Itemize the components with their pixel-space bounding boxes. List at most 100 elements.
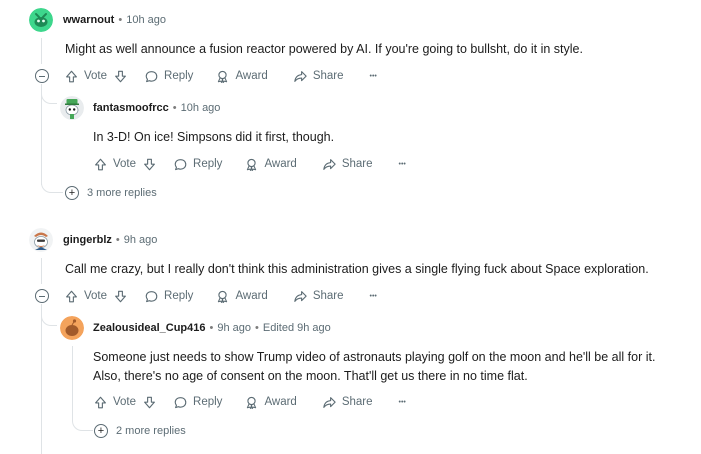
thread-line bbox=[41, 304, 42, 454]
more-replies-button[interactable]: + 3 more replies bbox=[65, 185, 157, 201]
award-icon bbox=[215, 69, 230, 84]
downvote-icon bbox=[113, 69, 128, 84]
comment-meta: wwarnout • 10h ago bbox=[63, 12, 166, 28]
award-button[interactable]: Award bbox=[244, 395, 297, 410]
share-button[interactable]: Share bbox=[322, 157, 373, 172]
upvote-icon bbox=[64, 69, 79, 84]
avatar[interactable] bbox=[29, 228, 53, 252]
downvote-icon bbox=[142, 157, 157, 172]
downvote-button[interactable] bbox=[113, 289, 128, 304]
more-options-button[interactable]: ••• bbox=[399, 161, 406, 168]
upvote-button[interactable] bbox=[64, 289, 79, 304]
comment-actions: Vote Reply Award Share ••• bbox=[93, 390, 406, 414]
meta-separator: • bbox=[255, 322, 259, 334]
reply-icon bbox=[144, 69, 159, 84]
reply-button[interactable]: Reply bbox=[144, 289, 193, 304]
share-button[interactable]: Share bbox=[293, 69, 344, 84]
award-button[interactable]: Award bbox=[215, 289, 268, 304]
timestamp[interactable]: 10h ago bbox=[181, 102, 221, 114]
reply-button[interactable]: Reply bbox=[173, 395, 222, 410]
timestamp[interactable]: 9h ago bbox=[217, 322, 251, 334]
reply-label: Reply bbox=[164, 290, 194, 302]
more-options-button[interactable]: ••• bbox=[370, 293, 377, 300]
comment-body: Call me crazy, but I really don't think … bbox=[65, 262, 649, 276]
timestamp[interactable]: 9h ago bbox=[124, 234, 158, 246]
share-button[interactable]: Share bbox=[293, 289, 344, 304]
thread-line bbox=[41, 38, 42, 64]
avatar[interactable] bbox=[29, 8, 53, 32]
comment-actions: Vote Reply Award Share ••• bbox=[64, 284, 377, 308]
more-replies-connector bbox=[41, 176, 63, 193]
avatar[interactable] bbox=[60, 96, 84, 120]
share-label: Share bbox=[312, 70, 344, 82]
more-replies-button[interactable]: + 2 more replies bbox=[94, 423, 186, 439]
share-label: Share bbox=[312, 290, 344, 302]
comment-body: In 3-D! On ice! Simpsons did it first, t… bbox=[93, 130, 335, 144]
comment-actions: Vote Reply Award Share ••• bbox=[64, 64, 377, 88]
vote-label: Vote bbox=[113, 396, 137, 408]
downvote-button[interactable] bbox=[142, 157, 157, 172]
reply-label: Reply bbox=[164, 70, 194, 82]
comment-body: Might as well announce a fusion reactor … bbox=[65, 42, 583, 56]
share-icon bbox=[322, 157, 337, 172]
collapse-thread-button[interactable] bbox=[35, 69, 49, 83]
comment-meta: gingerblz • 9h ago bbox=[63, 232, 157, 248]
comment-actions: Vote Reply Award Share ••• bbox=[93, 152, 406, 176]
more-replies-label: 2 more replies bbox=[116, 425, 186, 437]
author-link[interactable]: wwarnout bbox=[63, 14, 114, 26]
thread-line bbox=[72, 346, 73, 416]
meta-separator: • bbox=[172, 102, 177, 114]
snoo-green-hat-avatar-icon bbox=[60, 96, 84, 120]
award-label: Award bbox=[264, 396, 297, 408]
thread-line bbox=[41, 258, 42, 284]
upvote-button[interactable] bbox=[64, 69, 79, 84]
reply-label: Reply bbox=[193, 158, 223, 170]
comment-meta: Zealousideal_Cup416 • 9h ago • Edited 9h… bbox=[93, 320, 331, 336]
upvote-icon bbox=[93, 157, 108, 172]
award-button[interactable]: Award bbox=[244, 157, 297, 172]
meta-separator: • bbox=[118, 14, 123, 26]
award-icon bbox=[215, 289, 230, 304]
comment-body-line: Also, there's no age of consent on the m… bbox=[93, 369, 528, 383]
reply-button[interactable]: Reply bbox=[144, 69, 193, 84]
collapse-thread-button[interactable] bbox=[35, 289, 49, 303]
upvote-button[interactable] bbox=[93, 157, 108, 172]
reply-icon bbox=[173, 395, 188, 410]
upvote-button[interactable] bbox=[93, 395, 108, 410]
more-replies-connector bbox=[72, 414, 93, 431]
downvote-button[interactable] bbox=[142, 395, 157, 410]
share-button[interactable]: Share bbox=[322, 395, 373, 410]
share-icon bbox=[293, 69, 308, 84]
share-label: Share bbox=[341, 396, 373, 408]
share-label: Share bbox=[341, 158, 373, 170]
author-link[interactable]: fantasmoofrcc bbox=[93, 102, 169, 114]
more-options-button[interactable]: ••• bbox=[399, 399, 406, 406]
upvote-icon bbox=[64, 289, 79, 304]
author-link[interactable]: gingerblz bbox=[63, 234, 112, 246]
more-options-button[interactable]: ••• bbox=[370, 73, 377, 80]
timestamp[interactable]: 10h ago bbox=[126, 14, 166, 26]
award-icon bbox=[244, 157, 259, 172]
avatar[interactable] bbox=[60, 316, 84, 340]
reply-connector bbox=[41, 310, 57, 326]
upvote-icon bbox=[93, 395, 108, 410]
snoo-orange-avatar-icon bbox=[60, 316, 84, 340]
downvote-icon bbox=[142, 395, 157, 410]
downvote-button[interactable] bbox=[113, 69, 128, 84]
vote-label: Vote bbox=[84, 290, 108, 302]
reply-icon bbox=[144, 289, 159, 304]
award-button[interactable]: Award bbox=[215, 69, 268, 84]
author-link[interactable]: Zealousideal_Cup416 bbox=[93, 322, 206, 334]
share-icon bbox=[322, 395, 337, 410]
reply-button[interactable]: Reply bbox=[173, 157, 222, 172]
meta-separator: • bbox=[115, 234, 120, 246]
award-label: Award bbox=[235, 290, 268, 302]
expand-icon: + bbox=[65, 186, 79, 200]
comment-body-line: Someone just needs to show Trump video o… bbox=[93, 350, 656, 364]
more-replies-label: 3 more replies bbox=[87, 187, 157, 199]
award-label: Award bbox=[235, 70, 268, 82]
snoo-ginger-avatar-icon bbox=[29, 228, 53, 252]
vote-label: Vote bbox=[113, 158, 137, 170]
meta-separator: • bbox=[209, 322, 214, 334]
edited-label: Edited 9h ago bbox=[262, 322, 331, 334]
